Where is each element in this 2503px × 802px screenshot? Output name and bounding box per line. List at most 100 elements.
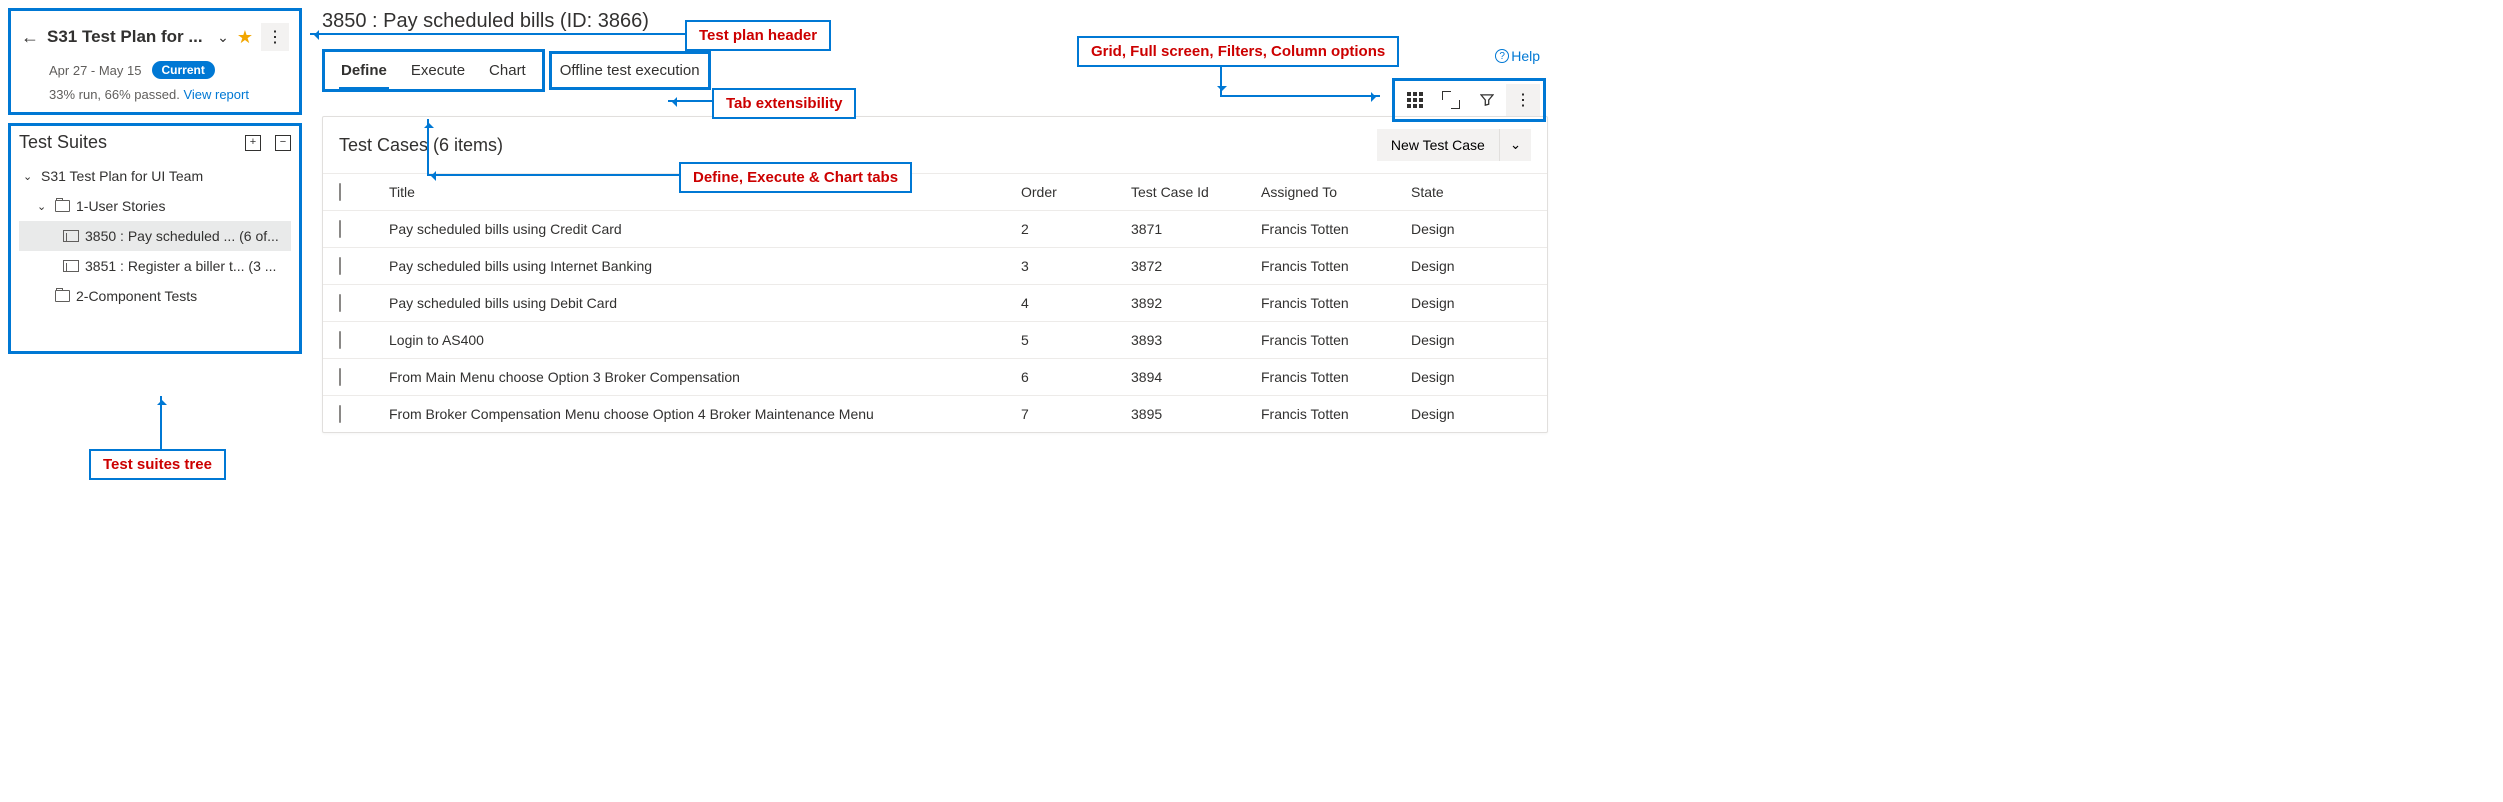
- cell-title: Pay scheduled bills using Internet Banki…: [389, 258, 1021, 274]
- cell-tcid: 3892: [1131, 295, 1261, 311]
- table-row[interactable]: From Main Menu choose Option 3 Broker Co…: [323, 358, 1547, 395]
- cell-assigned: Francis Totten: [1261, 258, 1411, 274]
- tree-label: 3851 : Register a biller t... (3 ...: [85, 258, 276, 274]
- chevron-down-icon[interactable]: ⌄: [217, 29, 229, 46]
- col-state[interactable]: State: [1411, 184, 1531, 200]
- tree-folder[interactable]: ⌄ 1-User Stories: [19, 191, 291, 221]
- table-row[interactable]: Pay scheduled bills using Debit Card4389…: [323, 284, 1547, 321]
- help-link[interactable]: ? Help: [1495, 48, 1540, 64]
- plan-stats: 33% run, 66% passed.: [49, 87, 180, 102]
- cell-tcid: 3894: [1131, 369, 1261, 385]
- tab-define[interactable]: Define: [329, 56, 399, 89]
- tree-suite-selected[interactable]: 3850 : Pay scheduled ... (6 of...: [19, 221, 291, 251]
- filter-icon: [1480, 94, 1494, 106]
- cell-title: From Broker Compensation Menu choose Opt…: [389, 406, 1021, 422]
- col-order[interactable]: Order: [1021, 184, 1131, 200]
- cell-title: Login to AS400: [389, 332, 1021, 348]
- chevron-down-icon[interactable]: ⌄: [23, 170, 35, 183]
- tree-label: 3850 : Pay scheduled ... (6 of...: [85, 228, 279, 244]
- cell-state: Design: [1411, 369, 1531, 385]
- annotation-tree: Test suites tree: [89, 449, 226, 480]
- plan-more-button[interactable]: ⋮: [261, 23, 289, 51]
- select-all-checkbox[interactable]: [339, 183, 341, 201]
- tree-folder[interactable]: ⌄ 2-Component Tests: [19, 281, 291, 311]
- requirement-suite-icon: [63, 260, 79, 272]
- col-assigned[interactable]: Assigned To: [1261, 184, 1411, 200]
- test-cases-card: Test Cases (6 items) New Test Case ⌄ Tit…: [322, 116, 1548, 433]
- expand-icon: [1444, 93, 1458, 107]
- cell-order: 4: [1021, 295, 1131, 311]
- row-checkbox[interactable]: [339, 331, 341, 349]
- suites-heading: Test Suites: [19, 132, 107, 153]
- new-test-case-dropdown[interactable]: ⌄: [1499, 129, 1531, 161]
- tree-suite[interactable]: 3851 : Register a biller t... (3 ...: [19, 251, 291, 281]
- table-header-row: Title Order Test Case Id Assigned To Sta…: [323, 173, 1547, 210]
- cell-tcid: 3893: [1131, 332, 1261, 348]
- annotation-tab-ext: Tab extensibility: [712, 88, 856, 119]
- cell-title: Pay scheduled bills using Credit Card: [389, 221, 1021, 237]
- annotation-plan-header: Test plan header: [685, 20, 831, 51]
- row-checkbox[interactable]: [339, 405, 341, 423]
- column-options-button[interactable]: ⋮: [1506, 84, 1540, 116]
- cell-state: Design: [1411, 406, 1531, 422]
- tab-offline[interactable]: Offline test execution: [558, 58, 702, 83]
- chevron-down-icon[interactable]: ⌄: [37, 200, 49, 213]
- plan-title[interactable]: S31 Test Plan for ...: [47, 27, 209, 47]
- cell-order: 7: [1021, 406, 1131, 422]
- tree-root[interactable]: ⌄ S31 Test Plan for UI Team: [19, 161, 291, 191]
- annotation-toolbar: Grid, Full screen, Filters, Column optio…: [1077, 36, 1399, 67]
- test-suites-panel: Test Suites + − ⌄ S31 Test Plan for UI T…: [8, 123, 302, 354]
- table-row[interactable]: Login to AS40053893Francis TottenDesign: [323, 321, 1547, 358]
- cell-tcid: 3871: [1131, 221, 1261, 237]
- current-badge: Current: [152, 61, 215, 79]
- view-toolbar: ⋮: [1392, 78, 1546, 122]
- row-checkbox[interactable]: [339, 220, 341, 238]
- tree-root-label: S31 Test Plan for UI Team: [41, 168, 203, 184]
- table-row[interactable]: Pay scheduled bills using Credit Card238…: [323, 210, 1547, 247]
- cell-assigned: Francis Totten: [1261, 221, 1411, 237]
- card-title: Test Cases (6 items): [339, 135, 503, 156]
- filter-button[interactable]: [1470, 84, 1504, 116]
- col-tcid[interactable]: Test Case Id: [1131, 184, 1261, 200]
- tree-label: 1-User Stories: [76, 198, 165, 214]
- grid-icon: [1407, 92, 1423, 108]
- table-row[interactable]: From Broker Compensation Menu choose Opt…: [323, 395, 1547, 432]
- cell-state: Design: [1411, 295, 1531, 311]
- cell-order: 6: [1021, 369, 1131, 385]
- favorite-star-icon[interactable]: ★: [237, 27, 253, 48]
- cell-state: Design: [1411, 332, 1531, 348]
- row-checkbox[interactable]: [339, 368, 341, 386]
- cell-order: 5: [1021, 332, 1131, 348]
- suite-title: 3850 : Pay scheduled bills (ID: 3866): [322, 10, 1548, 33]
- tab-chart[interactable]: Chart: [477, 56, 538, 89]
- cell-title: From Main Menu choose Option 3 Broker Co…: [389, 369, 1021, 385]
- collapse-suite-icon[interactable]: −: [275, 135, 291, 151]
- annotation-tabs: Define, Execute & Chart tabs: [679, 162, 912, 193]
- cell-title: Pay scheduled bills using Debit Card: [389, 295, 1021, 311]
- back-arrow-icon[interactable]: ←: [21, 27, 39, 48]
- add-suite-icon[interactable]: +: [245, 135, 261, 151]
- cell-state: Design: [1411, 258, 1531, 274]
- test-cases-table: Title Order Test Case Id Assigned To Sta…: [323, 173, 1547, 432]
- folder-icon: [55, 290, 70, 302]
- new-test-case-button[interactable]: New Test Case: [1377, 129, 1499, 161]
- fullscreen-button[interactable]: [1434, 84, 1468, 116]
- cell-state: Design: [1411, 221, 1531, 237]
- cell-assigned: Francis Totten: [1261, 295, 1411, 311]
- cell-order: 2: [1021, 221, 1131, 237]
- view-report-link[interactable]: View report: [183, 87, 249, 102]
- cell-assigned: Francis Totten: [1261, 332, 1411, 348]
- cell-tcid: 3895: [1131, 406, 1261, 422]
- table-row[interactable]: Pay scheduled bills using Internet Banki…: [323, 247, 1547, 284]
- requirement-suite-icon: [63, 230, 79, 242]
- cell-assigned: Francis Totten: [1261, 406, 1411, 422]
- grid-view-button[interactable]: [1398, 84, 1432, 116]
- test-plan-header: ← S31 Test Plan for ... ⌄ ★ ⋮ Apr 27 - M…: [8, 8, 302, 115]
- row-checkbox[interactable]: [339, 294, 341, 312]
- cell-assigned: Francis Totten: [1261, 369, 1411, 385]
- row-checkbox[interactable]: [339, 257, 341, 275]
- tab-execute[interactable]: Execute: [399, 56, 477, 89]
- help-icon: ?: [1495, 49, 1509, 63]
- tree-label: 2-Component Tests: [76, 288, 197, 304]
- cell-tcid: 3872: [1131, 258, 1261, 274]
